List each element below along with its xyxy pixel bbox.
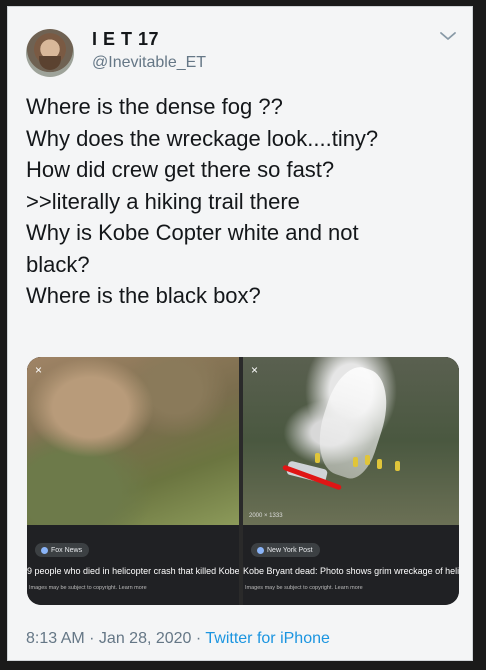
copyright-notice: Images may be subject to copyright. Lear… [29,585,147,591]
tweet-source-link[interactable]: Twitter for iPhone [205,630,330,647]
responder-figure [315,453,320,463]
close-icon[interactable]: × [251,363,258,377]
tweet-time[interactable]: 8:13 AM [26,630,85,647]
aerial-wreckage-photo[interactable] [243,357,459,525]
responder-figure [377,459,382,469]
close-icon[interactable]: × [35,363,42,377]
separator: · [84,630,99,647]
chevron-down-icon[interactable] [438,29,458,43]
tweet-text: Where is the dense fog ?? Why does the w… [26,91,446,312]
media-panel-right[interactable]: × 2000 × 1333 New York Post Kobe Bryant … [243,357,459,605]
responder-figure [395,461,400,471]
source-name: Fox News [51,546,83,554]
avatar-beard [39,56,61,70]
user-handle[interactable]: @Inevitable_ET [92,54,206,72]
source-logo-icon [41,546,48,554]
separator: · [191,630,206,647]
tweet-line: black? [26,251,90,277]
tweet-line: Where is the black box? [26,283,261,308]
source-name: New York Post [267,546,313,554]
tweet-date[interactable]: Jan 28, 2020 [99,630,192,647]
tweet-timestamp: 8:13 AM · Jan 28, 2020 · Twitter for iPh… [26,630,330,648]
tweet-line: Why does the wreckage look....tiny? [26,125,379,151]
tweet-line: >>literally a hiking trail there [26,188,300,214]
tweet-line: Why is Kobe Copter white and not [26,220,359,245]
copyright-notice: Images may be subject to copyright. Lear… [245,585,363,591]
tweet-card[interactable]: I E T 17 @Inevitable_ET Where is the den… [7,6,473,661]
responder-figure [353,457,358,467]
responder-figure [365,455,370,465]
source-badge: Fox News [35,543,90,557]
source-badge: New York Post [251,543,320,557]
media-panel-left[interactable]: × Fox News 9 people who died in helicopt… [27,357,239,605]
image-caption[interactable]: 9 people who died in helicopter crash th… [27,566,239,576]
tweet-media[interactable]: × Fox News 9 people who died in helicopt… [27,357,459,605]
tweet-line: Where is the dense fog ?? [26,94,283,119]
image-caption[interactable]: Kobe Bryant dead: Photo shows grim wreck… [243,566,459,576]
crash-site-photo[interactable] [27,357,239,525]
display-name[interactable]: I E T 17 [92,29,159,50]
avatar[interactable] [26,29,74,77]
source-logo-icon [257,546,264,554]
image-dimensions: 2000 × 1333 [249,513,283,519]
tweet-line: How did crew get there so fast? [26,157,335,182]
